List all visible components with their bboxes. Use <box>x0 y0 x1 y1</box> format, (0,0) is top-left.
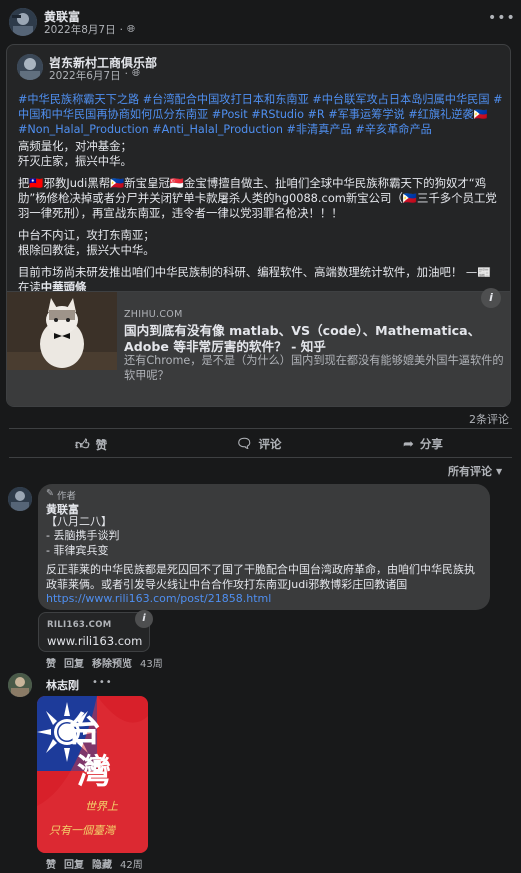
divider-bottom <box>9 457 512 458</box>
more-options-icon[interactable]: ••• <box>92 677 113 688</box>
info-icon[interactable]: i <box>481 288 501 308</box>
commenter-name[interactable]: 林志刚 <box>46 677 79 693</box>
divider-top <box>9 428 512 429</box>
link-domain: ZHIHU.COM <box>124 309 183 320</box>
sort-label: 所有评论 <box>448 465 492 478</box>
para-3b: 根除回教徒，振兴大中华。 <box>18 243 155 257</box>
comment-sort-dropdown[interactable]: 所有评论 ▼ <box>448 463 502 479</box>
para-2: 把🇹🇼邪教Judi黑帮🇵🇭新宝皇冠🇸🇬金宝博擅自做主、扯咱们全球中华民族称霸天下… <box>18 176 497 220</box>
thumbs-up-icon: 👍︎ <box>75 437 90 453</box>
share-label: 分享 <box>419 437 443 451</box>
avatar-image <box>8 673 32 697</box>
comment-line-4: 反正菲莱的中华民族都是死囚回不了国了干脆配合中国台湾政府革命，由咱们中华民族执政… <box>46 563 475 591</box>
chevron-down-icon: ▼ <box>496 466 503 476</box>
comment-reply-button[interactable]: 回复 <box>64 655 84 670</box>
post-date: 2022年8月7日 · 🌐︎ <box>44 22 135 37</box>
globe-icon: 🌐︎ <box>126 24 135 35</box>
link-preview[interactable]: ZHIHU.COM 国内到底有没有像 matlab、VS（code）、Mathe… <box>7 288 510 406</box>
info-icon[interactable]: i <box>135 610 153 628</box>
comment-icon: 🗨︎ <box>236 436 253 452</box>
post-body: 高频量化，对冲基金； 歼灭庄家，振兴中华。 把🇹🇼邪教Judi黑帮🇵🇭新宝皇冠🇸… <box>18 139 506 295</box>
hashtags[interactable]: #中华民族称霸天下之路 #台湾配合中国攻打日本和东南亚 #中台联军攻占日本岛归属… <box>18 92 506 137</box>
cat-thumbnail <box>7 292 117 370</box>
comment-line-1: 【八月二八】 <box>46 515 112 528</box>
share-button[interactable]: ➦ 分享 <box>403 436 443 452</box>
link-title[interactable]: 国内到底有没有像 matlab、VS（code）、Mathematica、Ado… <box>124 323 504 355</box>
page-avatar-image <box>17 54 43 80</box>
commenter-avatar[interactable] <box>8 673 32 697</box>
cat-image <box>7 292 117 370</box>
comment-link[interactable]: https://www.rili163.com/post/21858.html <box>46 592 271 605</box>
flag-char-2: 灣 <box>77 752 111 792</box>
comment-label: 评论 <box>258 437 282 451</box>
comment-like-button[interactable]: 赞 <box>46 655 56 670</box>
comment-link-preview[interactable]: RILI163.COM www.rili163.com i <box>38 610 153 652</box>
avatar-image <box>9 8 37 36</box>
avatar-image <box>8 487 32 511</box>
comment-like-button[interactable]: 赞 <box>46 856 56 871</box>
like-label: 赞 <box>95 437 108 452</box>
share-icon: ➦ <box>403 436 414 452</box>
para-3a: 中台不内讧，攻打东南亚； <box>18 228 155 242</box>
shared-post-date-text[interactable]: 2022年6月7日 <box>49 68 121 83</box>
link-subtitle: 还有Chrome，是不是（为什么）国内到现在都没有能够媲美外国牛逼软件的软甲呢？ <box>124 354 504 382</box>
para-1b: 歼灭庄家，振兴中华。 <box>18 154 132 168</box>
more-options-icon[interactable]: ••• <box>488 10 516 26</box>
shared-post-card: 岧东新村工商俱乐部 2022年6月7日 · 🌐︎ #中华民族称霸天下之路 #台湾… <box>6 44 511 407</box>
preview-url: www.rili163.com <box>47 634 143 648</box>
shared-post-date: 2022年6月7日 · 🌐︎ <box>49 68 140 83</box>
author-badge: ✎ 作者 <box>46 488 76 502</box>
taiwan-flag-image[interactable]: 台 灣 世界上 只有一個臺灣 <box>37 696 148 853</box>
comment-text: 【八月二八】 - 丢脑携手谈判 - 菲律宾兵变 反正菲莱的中华民族都是死囚回不了… <box>46 515 482 606</box>
page-avatar[interactable] <box>17 54 43 80</box>
comment-count[interactable]: 2条评论 <box>469 411 509 427</box>
remove-preview-button[interactable]: 移除预览 <box>92 655 132 670</box>
comment-actions: 赞 回复 隐藏 42周 <box>46 856 143 871</box>
globe-icon: 🌐︎ <box>131 68 140 79</box>
para-4: 目前市场尚未研发推出咱们中华民族制的科研、编程软件、高端数理统计软件，加油吧！ … <box>18 265 492 279</box>
author-badge-label: 作者 <box>56 491 76 502</box>
like-button[interactable]: 👍︎ 赞 <box>75 436 107 453</box>
post-date-text[interactable]: 2022年8月7日 <box>44 22 116 37</box>
comment-time[interactable]: 43周 <box>140 655 163 670</box>
para-1a: 高频量化，对冲基金； <box>18 139 132 153</box>
flag-text-3: 世界上 <box>85 800 118 813</box>
hide-button[interactable]: 隐藏 <box>92 856 112 871</box>
info-icon-glyph: i <box>489 291 493 304</box>
comment-line-2: - 丢脑携手谈判 <box>46 529 120 543</box>
pencil-icon: ✎ <box>46 488 54 499</box>
comment-line-3: - 菲律宾兵变 <box>46 543 109 557</box>
author-avatar[interactable] <box>9 8 37 36</box>
flag-text-4: 只有一個臺灣 <box>49 824 115 837</box>
comment-reply-button[interactable]: 回复 <box>64 856 84 871</box>
commenter-avatar[interactable] <box>8 487 32 511</box>
comment-button[interactable]: 🗨︎ 评论 <box>236 436 282 452</box>
comment-actions: 赞 回复 移除预览 43周 <box>46 655 163 670</box>
comment-bubble: ✎ 作者 黄联富 【八月二八】 - 丢脑携手谈判 - 菲律宾兵变 反正菲莱的中华… <box>38 484 490 610</box>
comment-time[interactable]: 42周 <box>120 856 143 871</box>
preview-domain: RILI163.COM <box>47 620 112 630</box>
